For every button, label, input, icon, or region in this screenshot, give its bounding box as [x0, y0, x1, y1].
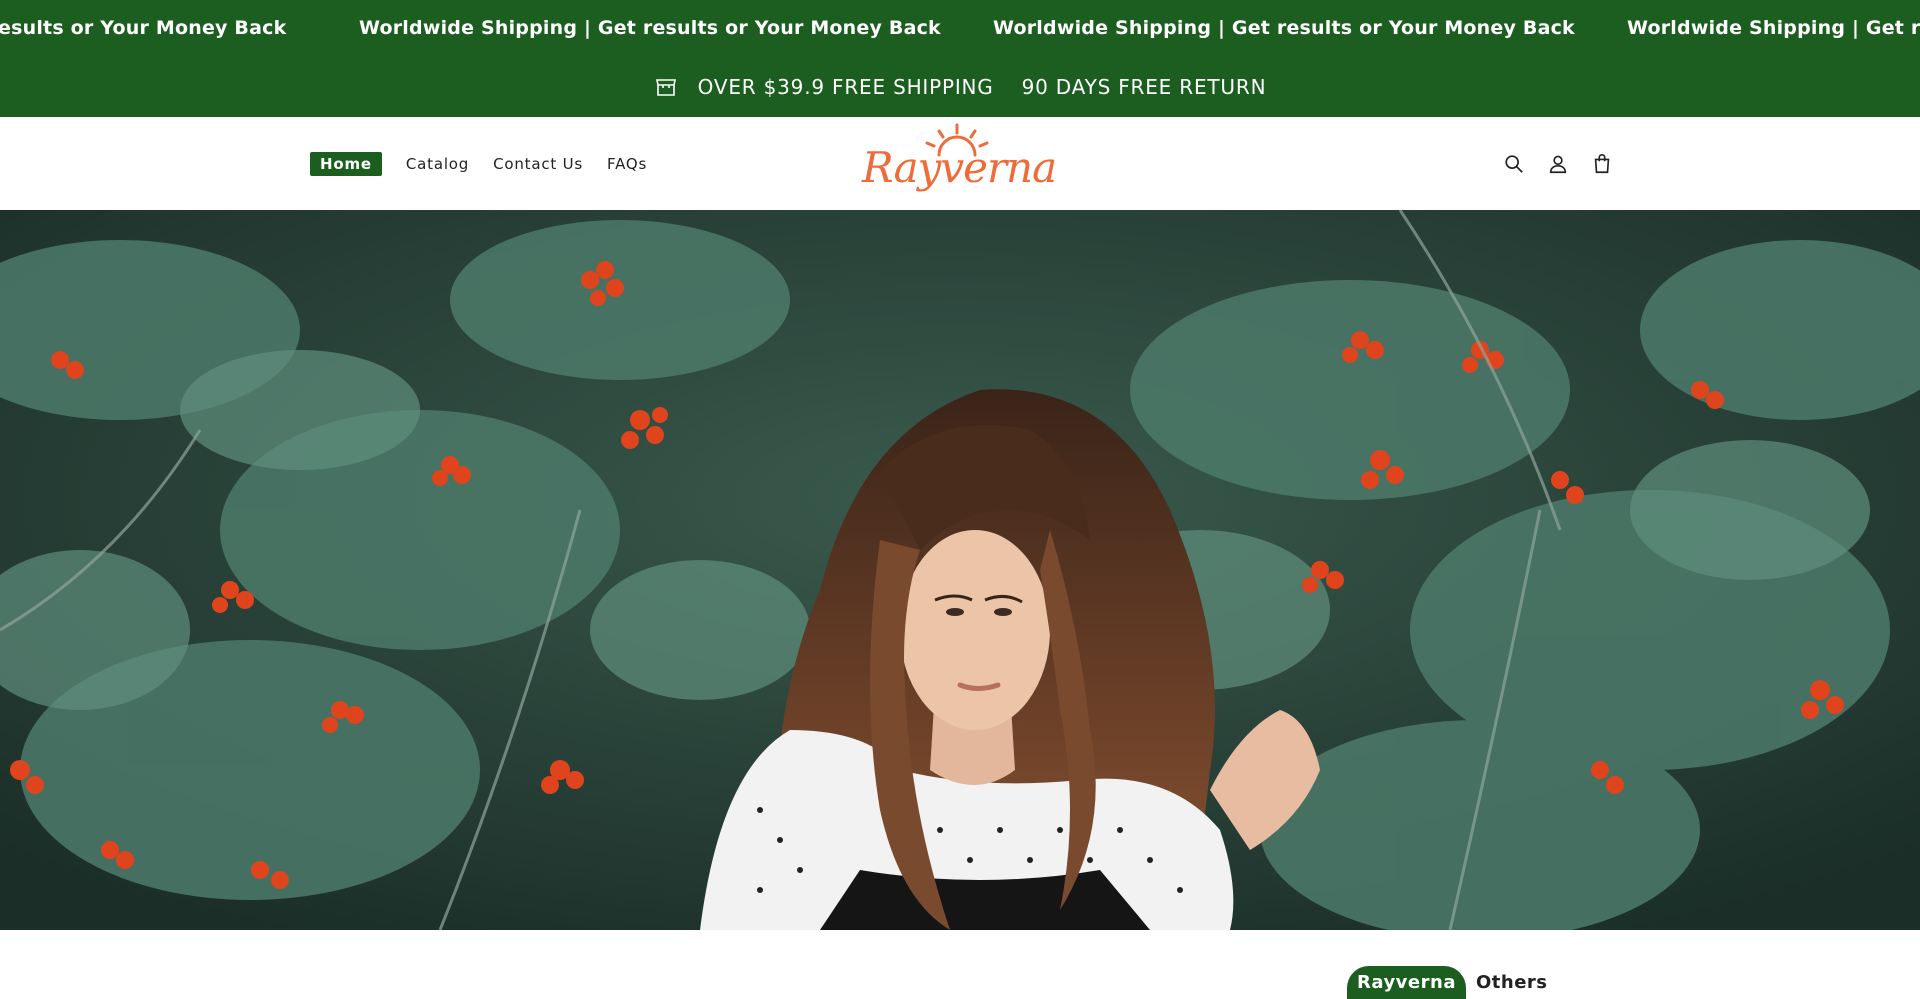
marquee-item: Worldwide Shipping | Get results or Your… [359, 17, 941, 39]
promo-bar: OVER $39.9 FREE SHIPPING 90 DAYS FREE RE… [0, 57, 1920, 117]
logo-text: Rayverna [862, 143, 1057, 192]
marquee-item: Worldwide Shipping | Get resu [1627, 17, 1920, 39]
logo[interactable]: Rayverna [862, 121, 1057, 207]
hero-image [0, 210, 1920, 930]
hero-illustration [0, 210, 1920, 930]
tab-rayverna[interactable]: Rayverna [1347, 966, 1466, 999]
free-return-text: 90 DAYS FREE RETURN [1021, 75, 1267, 99]
marquee-item: Worldwide Shipping | Get results or Your… [993, 17, 1575, 39]
nav-item-catalog[interactable]: Catalog [406, 155, 469, 173]
marquee-item: esults or Your Money Back [0, 17, 287, 39]
nav-item-faqs[interactable]: FAQs [607, 155, 647, 173]
nav-item-home[interactable]: Home [310, 151, 382, 176]
store-icon [654, 75, 678, 99]
tab-others[interactable]: Others [1466, 966, 1558, 999]
collection-section: Rayverna Others [0, 930, 1920, 999]
account-icon[interactable] [1546, 152, 1570, 176]
collection-tabs: Rayverna Others [1347, 966, 1558, 999]
nav-item-contact-us[interactable]: Contact Us [493, 155, 583, 173]
header-icons [1490, 117, 1614, 210]
announcement-marquee: esults or Your Money Back Worldwide Ship… [0, 0, 1920, 57]
main-nav: Home Catalog Contact Us FAQs [310, 117, 671, 210]
site-header: Home Catalog Contact Us FAQs Rayverna [0, 117, 1920, 211]
free-shipping-text: OVER $39.9 FREE SHIPPING [697, 75, 994, 99]
cart-icon[interactable] [1590, 152, 1614, 176]
search-icon[interactable] [1502, 152, 1526, 176]
